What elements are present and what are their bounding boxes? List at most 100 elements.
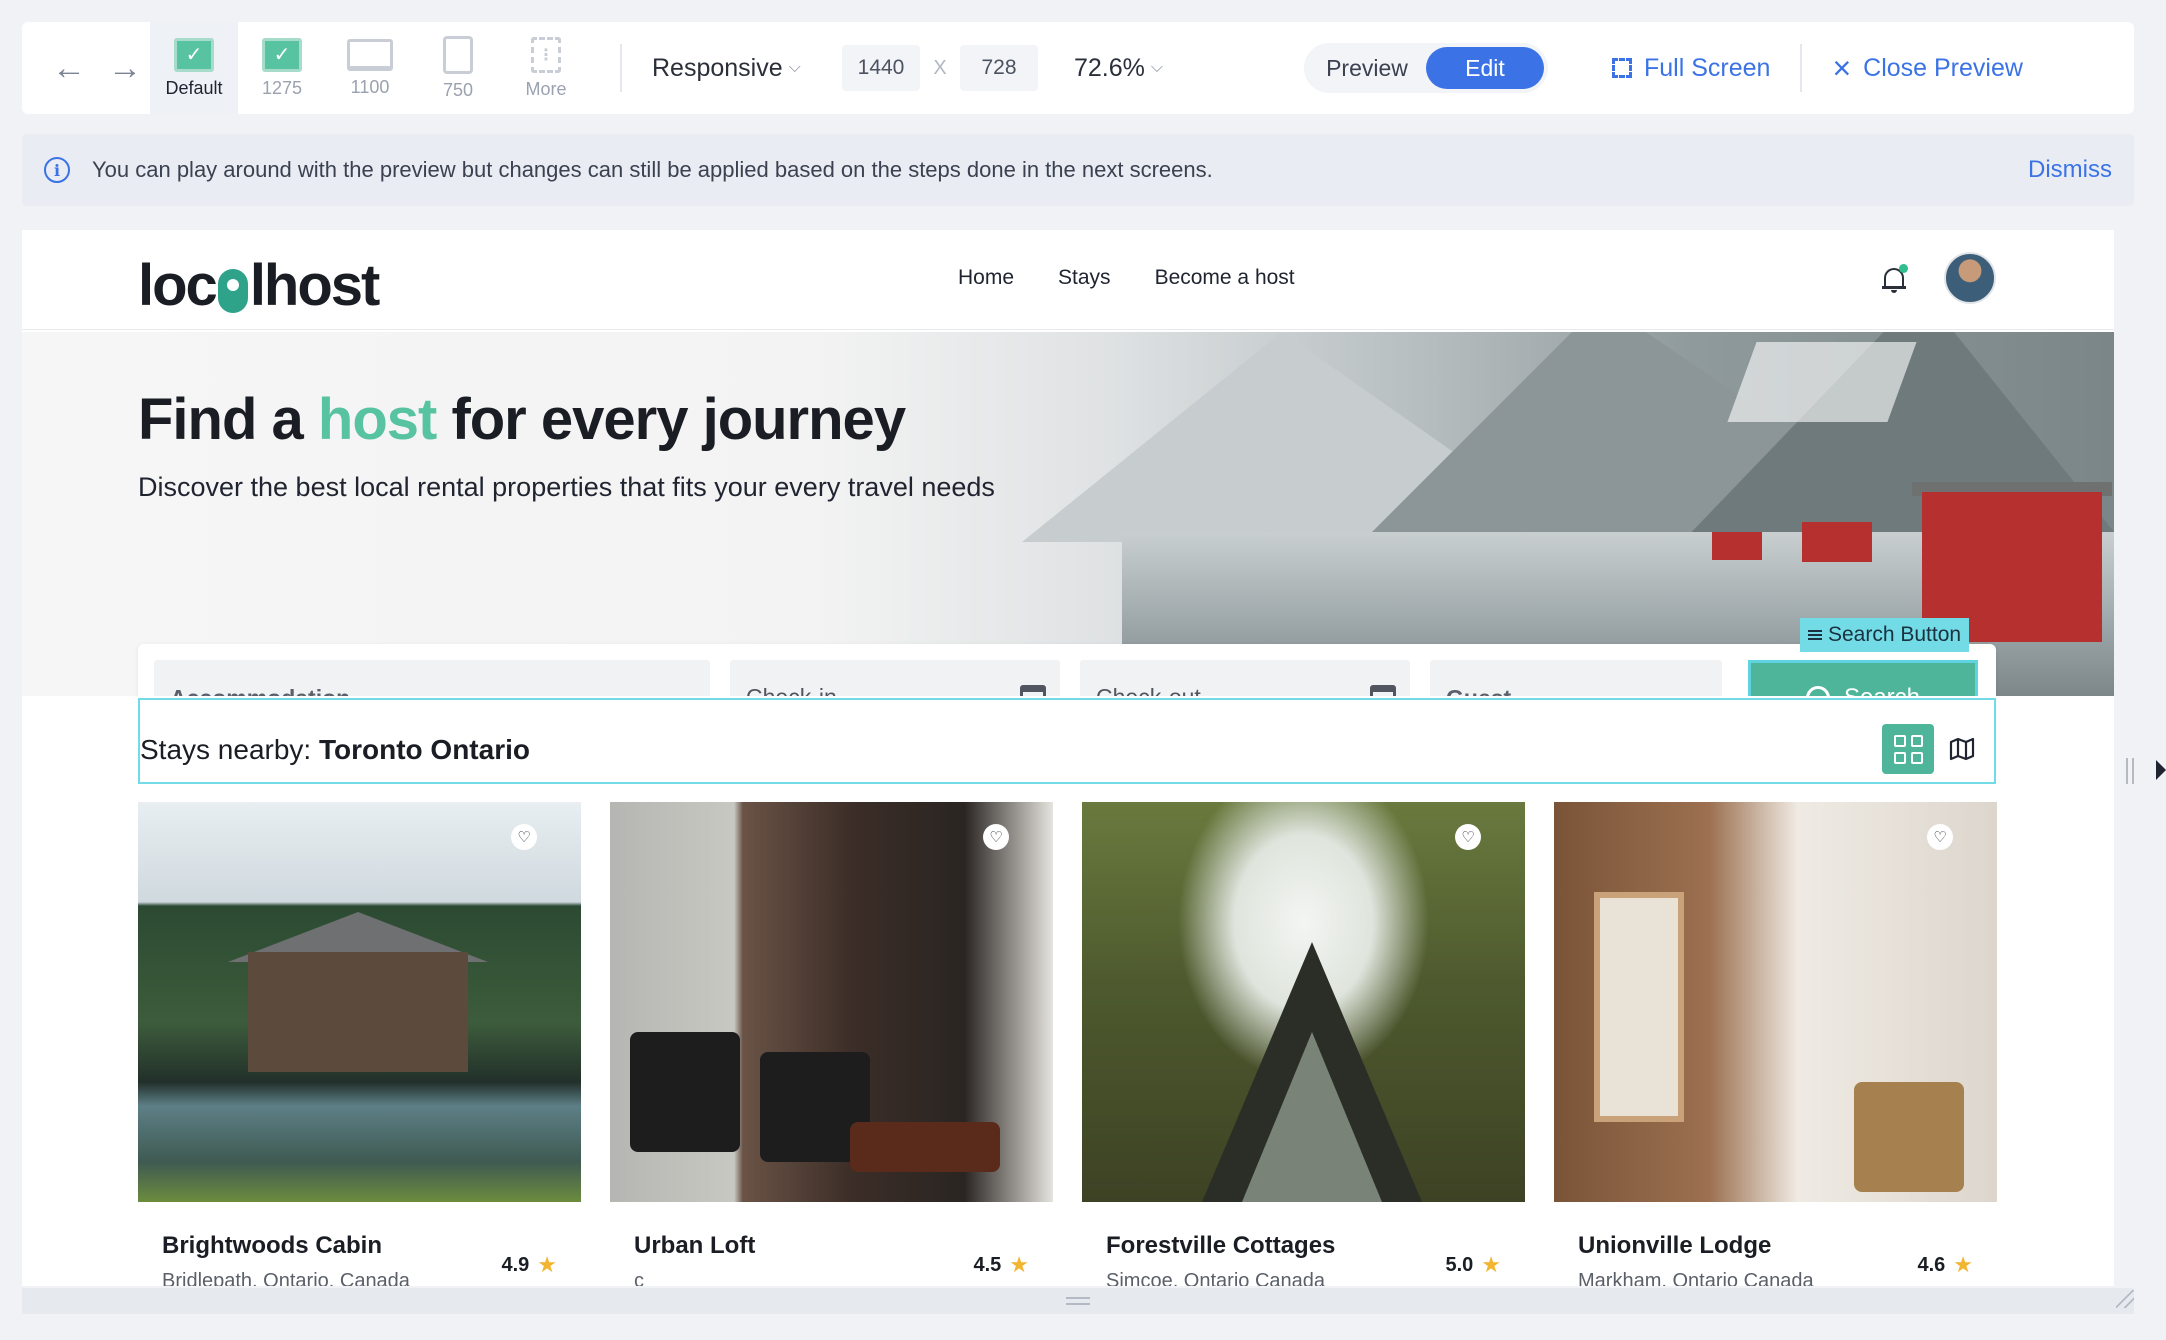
toolbar-divider [1800,44,1803,92]
listing-photo [138,802,581,1202]
logo-text-suffix: lhost [249,253,381,318]
laptop-icon [347,38,393,71]
hero-title: Find a host for every journey [138,387,906,452]
viewport-mode-label: Responsive [652,53,783,82]
forward-arrow-icon[interactable]: → [108,51,142,85]
preview-toolbar: ← → ✓ Default ✓ 1275 1100 750 ⋮ More Res… [22,22,2134,114]
selection-tag-label: Search Button [1828,623,1962,646]
close-icon: × [1832,50,1852,86]
edit-mode-button[interactable]: Edit [1426,47,1544,89]
star-icon: ★ [1481,1252,1501,1277]
calendar-icon[interactable] [1020,685,1046,696]
more-icon: ⋮ [531,36,561,73]
dimension-separator: X [933,56,947,79]
preview-edit-toggle: Preview Edit [1304,43,1548,93]
hero-section: Find a host for every journey Discover t… [22,332,2114,696]
toolbar-divider [620,44,622,92]
check-out-placeholder: Check-out [1096,684,1201,697]
tablet-icon [443,35,473,74]
listing-card[interactable]: ♡ Brightwoods Cabin 4.9 ★ Bridlepath, Ont… [138,802,581,1286]
nav-link-stays[interactable]: Stays [1058,266,1111,290]
heart-icon[interactable]: ♡ [1455,824,1481,850]
drag-handle-icon [1808,630,1822,640]
zoom-label: 72.6% [1074,53,1145,82]
frame-resize-bar[interactable] [22,1288,2134,1314]
breakpoint-750[interactable]: 750 [414,22,502,114]
listing-card[interactable]: ♡ Forestville Cottages 5.0 ★ Simcoe, Onta… [1082,802,1525,1286]
preview-frame: loc lhost Home Stays Become a host Find a… [22,230,2114,1286]
listing-location: c [634,1270,644,1286]
bell-icon[interactable] [1882,264,1908,294]
side-resize-handle[interactable] [2126,758,2134,784]
check-in-placeholder: Check-in [746,684,837,697]
zoom-dropdown[interactable]: 72.6% ⌵ [1074,54,1304,83]
avatar[interactable] [1944,252,1996,304]
stays-nearby-bar[interactable]: Stays nearby: Toronto Ontario [138,698,1996,784]
desktop-check-icon: ✓ [174,37,214,72]
dismiss-link[interactable]: Dismiss [2028,156,2112,184]
notification-dot [1899,264,1908,273]
listing-rating: 5.0 ★ [1445,1252,1501,1277]
info-icon: i [44,157,70,183]
site-nav: Home Stays Become a host [958,266,1295,290]
heart-icon[interactable]: ♡ [983,824,1009,850]
full-screen-icon [1612,58,1632,78]
breakpoint-default[interactable]: ✓ Default [150,22,238,114]
hero-subtitle: Discover the best local rental propertie… [138,472,995,502]
listing-name: Unionville Lodge [1578,1232,1772,1259]
listing-photo [610,802,1053,1202]
chevron-down-icon: ⌵ [1150,59,1164,76]
viewport-width-input[interactable]: 1440 [842,45,920,91]
breakpoint-label: 1100 [350,76,390,97]
listing-rating: 4.6 ★ [1917,1252,1973,1277]
hero-title-accent: host [317,387,437,452]
listing-rating: 4.5 ★ [973,1252,1029,1277]
breakpoint-label: 1275 [261,77,303,98]
back-arrow-icon[interactable]: ← [52,51,86,85]
listing-name: Urban Loft [634,1232,756,1259]
check-out-input[interactable]: Check-out [1080,660,1410,696]
breakpoint-1100[interactable]: 1100 [326,22,414,114]
viewport-mode-dropdown[interactable]: Responsive ⌵ [652,54,842,83]
breakpoint-label: Default [165,77,223,98]
close-preview-button[interactable]: × Close Preview [1832,52,2022,84]
listing-photo [1082,802,1525,1202]
accommodation-input[interactable]: Accommodation [154,660,710,696]
search-button[interactable]: Search [1748,660,1978,696]
listing-card[interactable]: ♡ Unionville Lodge 4.6 ★ Markham, Ontario… [1554,802,1997,1286]
info-banner: i You can play around with the preview b… [22,134,2134,206]
heart-icon[interactable]: ♡ [1927,824,1953,850]
full-screen-button[interactable]: Full Screen [1612,54,1770,83]
search-button-label: Search [1844,684,1920,696]
preview-mode-button[interactable]: Preview [1308,47,1426,89]
breakpoint-more[interactable]: ⋮ More [502,22,590,114]
star-icon: ★ [1953,1252,1973,1277]
breakpoint-1275[interactable]: ✓ 1275 [238,22,326,114]
resize-grip-icon [1066,1297,1090,1305]
resize-corner-icon[interactable] [2116,1290,2134,1308]
chevron-down-icon: ⌵ [788,59,801,76]
breakpoint-label: More [525,78,567,99]
location-pin-icon [217,269,248,313]
site-header: loc lhost Home Stays Become a host [22,230,2114,330]
selection-tag[interactable]: Search Button [1800,618,1970,652]
nav-link-home[interactable]: Home [958,266,1014,290]
stays-nearby-title: Stays nearby: Toronto Ontario [140,734,530,765]
calendar-icon[interactable] [1370,685,1396,696]
listing-card[interactable]: ♡ Urban Loft 4.5 ★ c [610,802,1053,1286]
map-view-icon[interactable] [1936,724,1988,774]
listing-rating: 4.9 ★ [501,1252,557,1277]
desktop-check-icon: ✓ [262,37,302,72]
full-screen-label: Full Screen [1644,53,1771,82]
viewport-height-input[interactable]: 728 [960,45,1038,91]
listing-location: Bridlepath, Ontario, Canada [162,1270,410,1286]
guest-input[interactable]: Guest [1430,660,1722,696]
check-in-input[interactable]: Check-in [730,660,1060,696]
collapse-arrow-icon[interactable] [2156,760,2166,780]
heart-icon[interactable]: ♡ [511,824,537,850]
star-icon: ★ [1009,1252,1029,1277]
grid-view-icon[interactable] [1882,724,1934,774]
site-logo[interactable]: loc lhost [138,252,381,319]
listing-location: Markham, Ontario Canada [1578,1270,1814,1286]
nav-link-become-host[interactable]: Become a host [1155,266,1295,290]
